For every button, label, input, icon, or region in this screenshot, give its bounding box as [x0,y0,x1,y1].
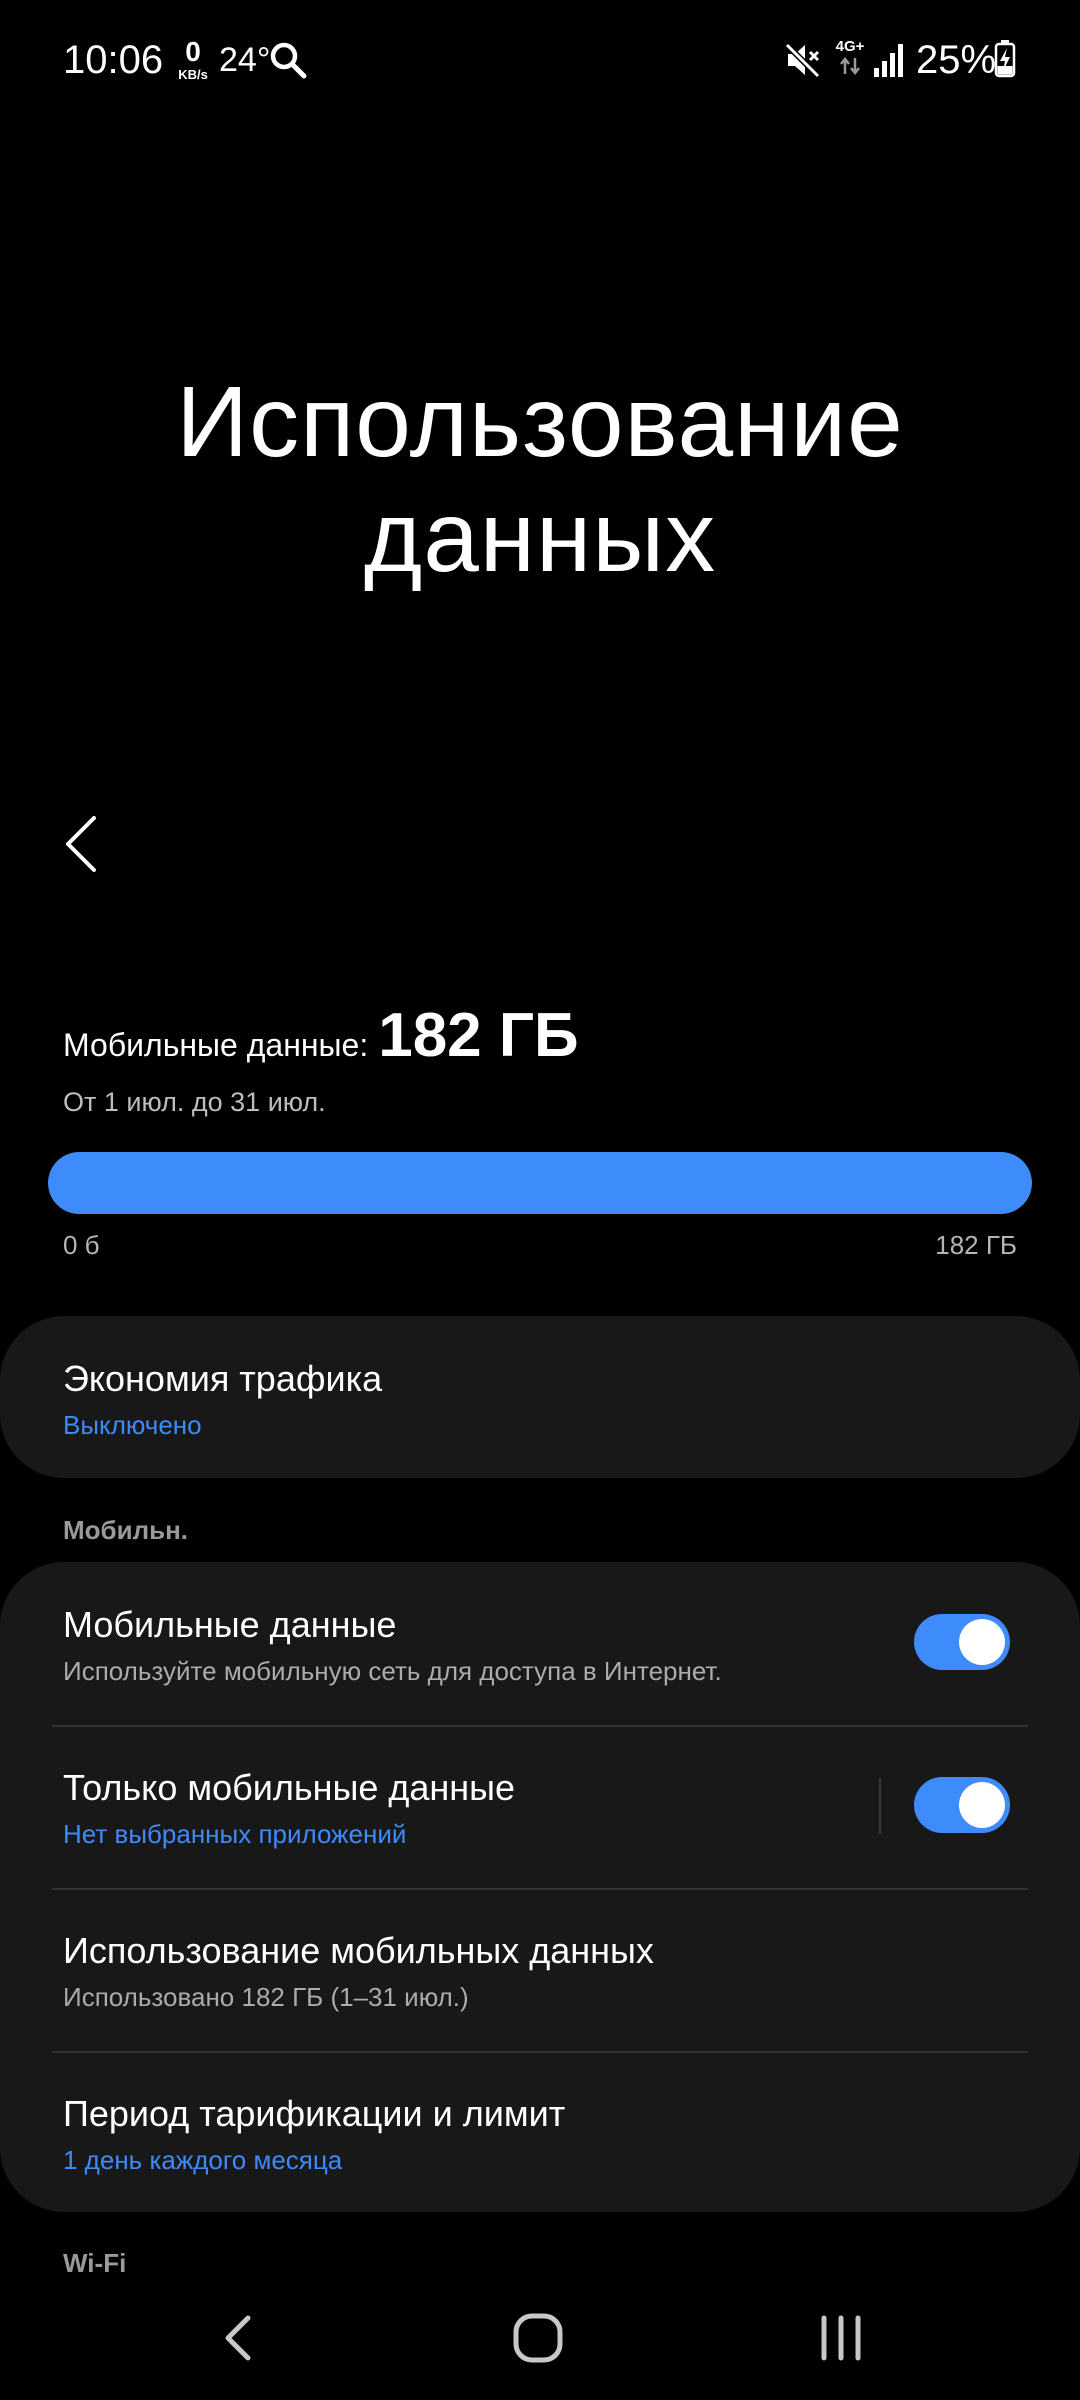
usage-progress-bar [48,1152,1032,1214]
nav-back-button[interactable] [218,2310,258,2366]
usage-progress-fill [48,1152,1032,1214]
mobile-data-summary: Мобильные данные: 182 ГБ [63,1000,579,1080]
status-bar: 10:06 0 KB/s 24° 4G+ 25% [0,0,1080,120]
billing-cycle-subtitle: 1 день каждого месяца [63,2145,343,2175]
battery-charging-icon [994,40,1016,78]
navigation-bar [0,2270,1080,2400]
back-button[interactable] [56,812,106,876]
mobile-data-usage-item[interactable]: Использование мобильных данных Использов… [0,1888,1080,2051]
weather-temperature: 24° [219,41,271,79]
nav-recent-apps-button[interactable] [816,2310,866,2366]
mobile-data-usage-title: Использование мобильных данных [63,1930,654,1971]
data-saver-status: Выключено [63,1410,202,1440]
mobile-data-title: Мобильные данные [63,1604,397,1645]
network-speed: 0 KB/s [178,36,208,82]
section-label-mobile: Мобильн. [63,1515,189,1545]
mobile-data-only-subtitle: Нет выбранных приложений [63,1819,407,1849]
mobile-data-only-toggle[interactable] [914,1777,1010,1833]
toggle-knob [959,1782,1005,1828]
billing-cycle-item[interactable]: Период тарификации и лимит 1 день каждог… [0,2051,1080,2214]
usage-period: От 1 июл. до 31 июл. [63,1087,326,1117]
mobile-data-only-title: Только мобильные данные [63,1767,516,1808]
billing-cycle-title: Период тарификации и лимит [63,2093,566,2134]
page-title: Использование данных [176,366,904,593]
data-usage-screen: 10:06 0 KB/s 24° 4G+ 25% Использование д… [0,0,1080,2400]
mobile-settings-card: Мобильные данные Используйте мобильную с… [0,1562,1080,2212]
signal-icon [874,44,903,77]
mobile-data-subtitle: Используйте мобильную сеть для доступа в… [63,1656,722,1686]
nav-home-button[interactable] [511,2310,565,2366]
mute-icon [784,42,821,79]
usage-label: Мобильные данные: [63,1027,369,1063]
toggle-knob [959,1619,1005,1665]
mobile-data-item[interactable]: Мобильные данные Используйте мобильную с… [0,1562,1080,1725]
vertical-separator [879,1778,881,1834]
data-saver-title: Экономия трафика [63,1358,383,1399]
data-activity-icon [840,56,860,76]
usage-value: 182 ГБ [378,1001,579,1070]
battery-percent: 25% [916,38,997,82]
mobile-data-only-item[interactable]: Только мобильные данные Нет выбранных пр… [0,1725,1080,1888]
network-type-indicator: 4G+ [832,38,868,80]
mobile-data-usage-subtitle: Использовано 182 ГБ (1–31 июл.) [63,1982,469,2012]
usage-bar-min-label: 0 б [63,1230,100,1260]
data-saver-item[interactable]: Экономия трафика Выключено [0,1316,1080,1478]
mobile-data-toggle[interactable] [914,1614,1010,1670]
status-time: 10:06 [63,38,164,82]
search-icon [270,42,307,79]
usage-bar-max-label: 182 ГБ [935,1230,1017,1260]
